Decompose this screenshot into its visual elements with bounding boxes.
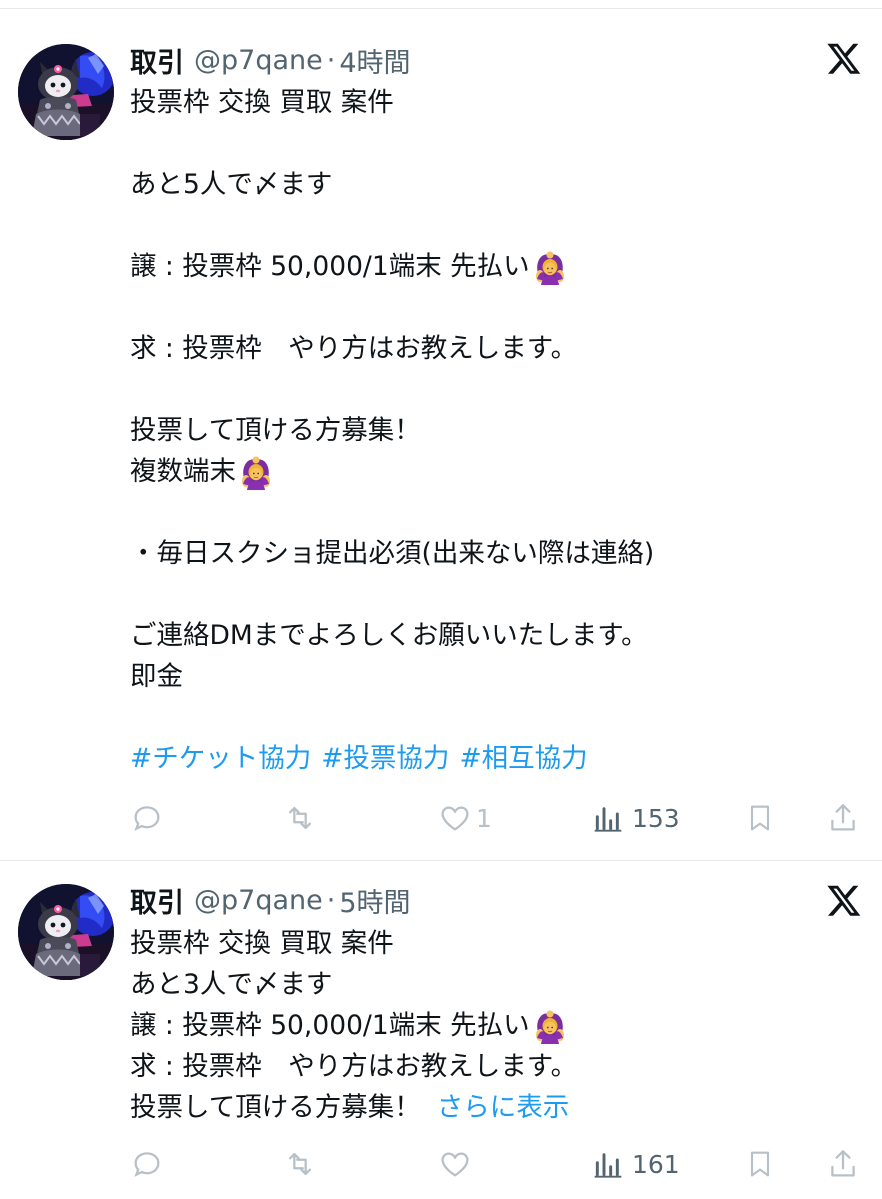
avatar-image xyxy=(18,884,114,980)
views-button[interactable]: 161 xyxy=(592,1144,680,1184)
repost-button[interactable] xyxy=(282,1144,322,1184)
bookmark-icon xyxy=(750,805,770,831)
views-icon xyxy=(594,1153,622,1178)
tweet-header: 取引 @p7qane · 4時間 xyxy=(130,40,411,80)
tweet-line-text: 譲 : 投票枠 50,000/1端末 先払い xyxy=(130,251,530,282)
tweet-line: あと3人で〆ます xyxy=(130,969,333,1000)
x-logo-icon xyxy=(827,43,861,74)
tweet-line: 投票して頂ける方募集！ さらに表示 xyxy=(130,1087,850,1128)
bookmark-button[interactable] xyxy=(744,798,776,838)
tweet-actions: 161 xyxy=(130,1144,870,1184)
repost-icon xyxy=(288,1152,312,1176)
timestamp[interactable]: 4時間 xyxy=(339,41,410,80)
separator-dot: · xyxy=(326,884,336,916)
person-gesturing-ok-emoji xyxy=(532,249,568,285)
tweet-line: ご連絡DMまでよろしくお願いいたします。 xyxy=(130,620,648,651)
tweet-line-text: 複数端末 xyxy=(130,456,236,487)
repost-button[interactable] xyxy=(282,798,322,838)
views-count: 153 xyxy=(632,803,680,833)
tweet-line: 複数端末 xyxy=(130,451,850,492)
tweet-header: 取引 @p7qane · 5時間 xyxy=(130,880,411,920)
author-name[interactable]: 取引 xyxy=(130,881,184,920)
tweet-body: 投票枠 交換 買取 案件 あと5人で〆ます 譲 : 投票枠 50,000/1端末… xyxy=(130,82,850,779)
repost-icon xyxy=(288,806,312,830)
reply-button[interactable] xyxy=(130,1144,168,1184)
person-gesturing-ok-emoji xyxy=(238,454,274,490)
tweet-line: 投票して頂ける方募集！ xyxy=(130,415,421,446)
reply-icon xyxy=(134,806,160,831)
tweet-line: 譲 : 投票枠 50,000/1端末 先払い xyxy=(130,246,850,287)
tweet-line: 求 : 投票枠 やり方はお教えします。 xyxy=(130,1051,578,1082)
author-name[interactable]: 取引 xyxy=(130,41,184,80)
reply-icon xyxy=(134,1152,160,1177)
author-handle[interactable]: @p7qane xyxy=(194,885,323,916)
hashtag-link[interactable]: #チケット協力 xyxy=(130,738,311,779)
share-icon xyxy=(831,804,855,831)
views-icon xyxy=(594,807,622,832)
author-handle[interactable]: @p7qane xyxy=(194,45,323,76)
reply-button[interactable] xyxy=(130,798,168,838)
tweet-line: ・毎日スクショ提出必須(出来ない際は連絡) xyxy=(130,538,655,569)
tweet-line: 投票枠 交換 買取 案件 xyxy=(130,928,394,959)
x-logo-icon xyxy=(827,885,861,916)
hashtag-link[interactable]: #相互協力 xyxy=(459,738,587,779)
hashtag-link[interactable]: #投票協力 xyxy=(321,738,449,779)
tweet-line: 求 : 投票枠 やり方はお教えします。 xyxy=(130,333,578,364)
share-button[interactable] xyxy=(826,1144,860,1184)
views-button[interactable]: 153 xyxy=(592,798,680,838)
person-gesturing-ok-emoji xyxy=(532,1008,568,1044)
avatar[interactable] xyxy=(18,884,114,980)
avatar-image xyxy=(18,44,114,140)
heart-icon xyxy=(441,1152,469,1177)
top-divider xyxy=(0,8,882,9)
tweet-line: 譲 : 投票枠 50,000/1端末 先払い xyxy=(130,1005,850,1046)
share-button[interactable] xyxy=(826,798,860,838)
tweet-actions: 1 153 xyxy=(130,798,870,838)
bookmark-icon xyxy=(750,1151,770,1177)
heart-icon xyxy=(441,806,469,831)
like-button[interactable]: 1 xyxy=(438,798,492,838)
timestamp[interactable]: 5時間 xyxy=(339,881,410,920)
tweet-line: 即金 xyxy=(130,661,183,692)
tweet-line: 投票枠 交換 買取 案件 xyxy=(130,87,394,118)
hashtags: #チケット協力 #投票協力 #相互協力 xyxy=(130,738,850,779)
like-count: 1 xyxy=(476,803,492,833)
views-count: 161 xyxy=(632,1149,680,1179)
tweet-divider xyxy=(0,860,882,861)
share-icon xyxy=(831,1150,855,1177)
like-button[interactable] xyxy=(438,1144,476,1184)
tweet-line-text: 譲 : 投票枠 50,000/1端末 先払い xyxy=(130,1010,530,1041)
tweet-line-text: 投票して頂ける方募集！ xyxy=(130,1092,421,1123)
avatar[interactable] xyxy=(18,44,114,140)
tweet-body: 投票枠 交換 買取 案件 あと3人で〆ます 譲 : 投票枠 50,000/1端末… xyxy=(130,923,850,1128)
show-more-link[interactable]: さらに表示 xyxy=(437,1087,570,1128)
bookmark-button[interactable] xyxy=(744,1144,776,1184)
tweet-line: あと5人で〆ます xyxy=(130,169,333,200)
separator-dot: · xyxy=(326,44,336,76)
